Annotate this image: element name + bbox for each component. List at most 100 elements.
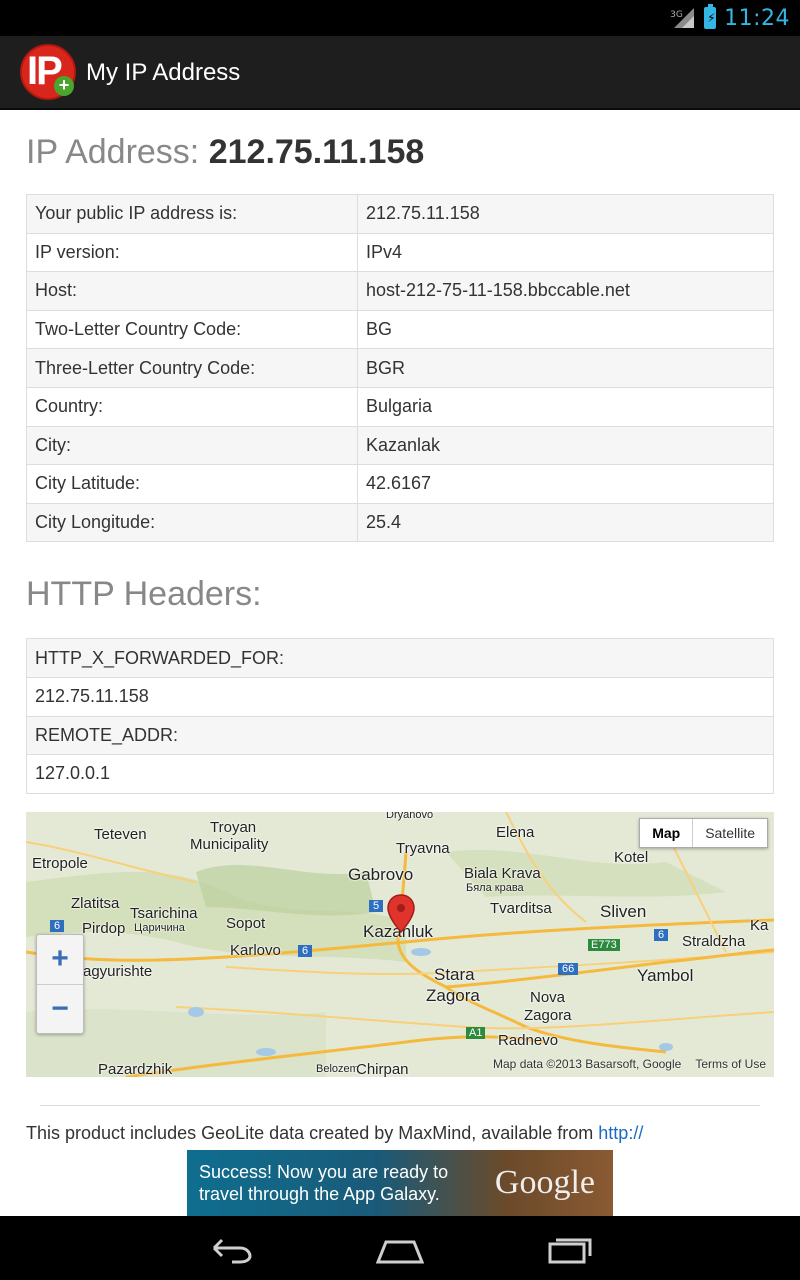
map-label: Zlatitsa xyxy=(71,895,120,912)
map-label: Municipality xyxy=(190,836,269,853)
map-label: Zagora xyxy=(524,1007,572,1024)
ip-heading-label: IP Address: xyxy=(26,133,200,171)
ad-brand: Google xyxy=(494,1164,595,1201)
plus-icon: + xyxy=(54,76,74,96)
table-row: REMOTE_ADDR: xyxy=(26,715,774,755)
status-bar: 3G ⚡ 11:24 xyxy=(0,0,800,36)
network-type: 3G xyxy=(670,10,683,20)
table-row: Two-Letter Country Code: BG xyxy=(26,309,774,349)
map-label: Pirdop xyxy=(82,920,126,937)
map-label: Gabrovo xyxy=(348,865,414,884)
row-value: Kazanlak xyxy=(357,425,774,465)
road-shield: 5 xyxy=(369,900,384,912)
back-icon[interactable] xyxy=(200,1228,260,1268)
map-label: agyurishte xyxy=(83,963,153,980)
road-shield: A1 xyxy=(466,1027,486,1039)
row-value: 212.75.11.158 xyxy=(357,194,774,234)
map-label: Etropole xyxy=(32,855,88,872)
map-label: Pazardzhik xyxy=(98,1061,173,1077)
header-value: 212.75.11.158 xyxy=(26,676,774,717)
app-logo-icon[interactable]: IP + xyxy=(20,44,76,100)
row-key: Your public IP address is: xyxy=(26,194,358,234)
table-row: City Latitude: 42.6167 xyxy=(26,464,774,504)
header-name: HTTP_X_FORWARDED_FOR: xyxy=(26,638,774,678)
row-value: Bulgaria xyxy=(357,386,774,427)
map-attribution: Map data ©2013 Basarsoft, Google Terms o… xyxy=(493,1057,766,1071)
table-row: 127.0.0.1 xyxy=(26,754,774,794)
road-shield: E773 xyxy=(588,939,620,951)
table-row: HTTP_X_FORWARDED_FOR: xyxy=(26,638,774,678)
map-label: Ka xyxy=(750,917,769,934)
battery-charging-icon: ⚡ xyxy=(704,4,717,29)
location-map[interactable]: Dryanovo Teteven Troyan Municipality Ele… xyxy=(26,812,774,1077)
map-label: Elena xyxy=(496,824,535,841)
ad-line: travel through the App Galaxy. xyxy=(199,1184,440,1204)
geolite-credit-text: This product includes GeoLite data creat… xyxy=(26,1123,599,1143)
signal-icon: 3G xyxy=(670,7,696,29)
http-headers-table: HTTP_X_FORWARDED_FOR: 212.75.11.158 REMO… xyxy=(26,638,774,794)
table-row: Three-Letter Country Code: BGR xyxy=(26,348,774,388)
terms-of-use-link[interactable]: Terms of Use xyxy=(695,1057,766,1071)
clock: 11:24 xyxy=(724,5,790,31)
map-label: Zagora xyxy=(426,986,480,1005)
location-pin-icon[interactable] xyxy=(387,894,415,934)
maxmind-link[interactable]: http:// xyxy=(598,1123,643,1143)
map-type-map-button[interactable]: Map xyxy=(640,819,694,847)
http-headers-heading: HTTP Headers: xyxy=(26,575,262,614)
header-value: 127.0.0.1 xyxy=(26,754,774,794)
recent-apps-icon[interactable] xyxy=(540,1228,600,1268)
home-icon[interactable] xyxy=(370,1228,430,1268)
table-row: City Longitude: 25.4 xyxy=(26,502,774,542)
map-label: Radnevo xyxy=(498,1032,559,1049)
row-value: 42.6167 xyxy=(357,464,774,504)
ad-banner[interactable]: Success! Now you are ready to travel thr… xyxy=(187,1150,613,1216)
ip-heading: IP Address: 212.75.11.158 xyxy=(26,130,774,174)
ad-line: Success! Now you are ready to xyxy=(199,1162,449,1182)
row-key: City: xyxy=(26,425,358,465)
map-type-satellite-button[interactable]: Satellite xyxy=(693,819,767,847)
table-row: Country: Bulgaria xyxy=(26,386,774,427)
row-key: Host: xyxy=(26,271,358,311)
map-type-control: Map Satellite xyxy=(639,818,768,848)
road-shield: 6 xyxy=(654,929,669,941)
map-label: Tvarditsa xyxy=(490,900,552,917)
row-value: BGR xyxy=(357,348,774,388)
geolite-credit: This product includes GeoLite data creat… xyxy=(26,1123,643,1144)
map-label: Teteven xyxy=(94,826,147,843)
map-label: Stara xyxy=(434,965,475,984)
road-shield: 6 xyxy=(298,945,313,957)
row-key: Country: xyxy=(26,386,358,427)
road-shield: 66 xyxy=(558,963,579,975)
navigation-bar xyxy=(0,1216,800,1280)
map-data-credit: Map data ©2013 Basarsoft, Google xyxy=(493,1057,682,1071)
map-label: Sliven xyxy=(600,902,647,921)
map-label: Царичина xyxy=(134,922,185,934)
main-content: IP Address: 212.75.11.158 Your public IP… xyxy=(26,110,774,794)
ip-heading-value: 212.75.11.158 xyxy=(208,133,425,171)
map-label: Karlovo xyxy=(230,942,281,959)
zoom-control: + − xyxy=(36,934,84,1034)
table-row: Host: host-212-75-11-158.bbccable.net xyxy=(26,271,774,311)
divider xyxy=(40,1105,760,1106)
map-label: Troyan xyxy=(210,819,257,836)
table-row: City: Kazanlak xyxy=(26,425,774,465)
zoom-in-button[interactable]: + xyxy=(37,935,83,985)
row-key: City Latitude: xyxy=(26,464,358,504)
map-label: Yambol xyxy=(637,966,694,985)
ad-text: Success! Now you are ready to travel thr… xyxy=(199,1161,448,1205)
ip-info-table: Your public IP address is: 212.75.11.158 … xyxy=(26,194,774,543)
row-key: Two-Letter Country Code: xyxy=(26,309,358,349)
table-row: Your public IP address is: 212.75.11.158 xyxy=(26,194,774,234)
map-label: Chirpan xyxy=(356,1061,409,1077)
table-row: IP version: IPv4 xyxy=(26,232,774,272)
map-label: Tryavna xyxy=(396,840,450,857)
row-value: 25.4 xyxy=(357,502,774,542)
map-label: Nova xyxy=(530,989,566,1006)
row-key: Three-Letter Country Code: xyxy=(26,348,358,388)
row-key: IP version: xyxy=(26,232,358,272)
map-label: Бяла крава xyxy=(466,882,524,894)
zoom-out-button[interactable]: − xyxy=(37,985,83,1035)
map-label: Straldzha xyxy=(682,933,746,950)
action-bar: IP + My IP Address xyxy=(0,36,800,110)
table-row: 212.75.11.158 xyxy=(26,676,774,717)
